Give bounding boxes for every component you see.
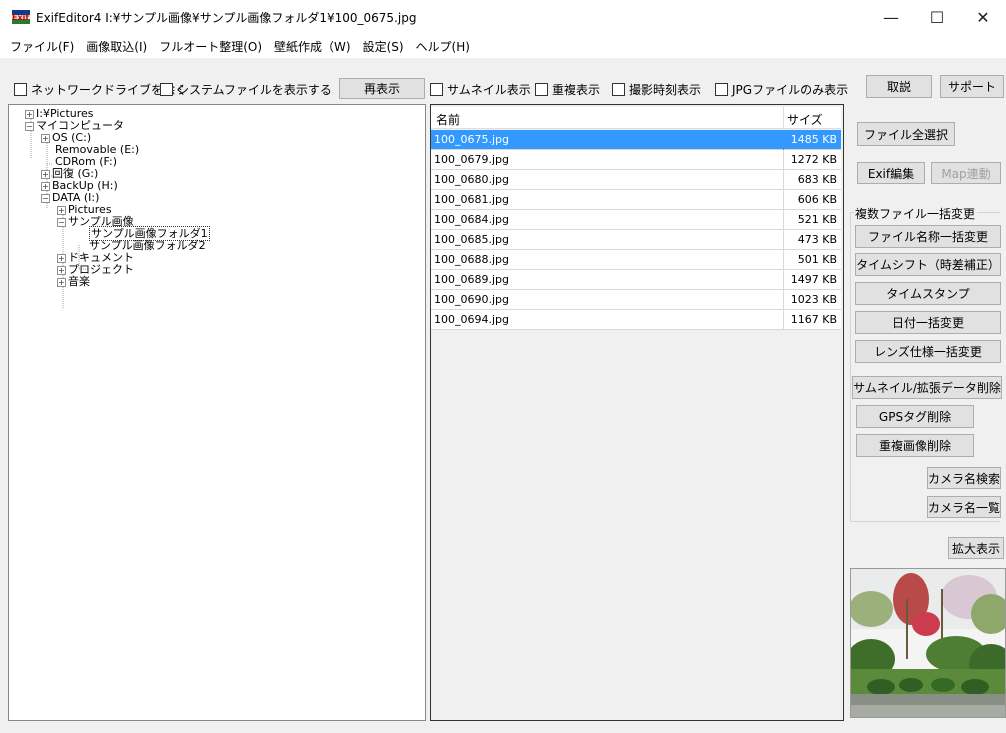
expand-icon[interactable]: +: [57, 265, 66, 275]
duplicate-checkbox[interactable]: 重複表示: [535, 81, 600, 98]
file-list[interactable]: 名前 サイズ 100_0675.jpg 1485 KB 100_0679.jpg…: [430, 104, 844, 721]
thumbnail-checkbox[interactable]: サムネイル表示: [430, 81, 531, 98]
zoom-button[interactable]: 拡大表示: [948, 537, 1004, 559]
refresh-button[interactable]: 再表示: [339, 78, 425, 99]
file-row[interactable]: 100_0684.jpg 521 KB: [431, 210, 841, 230]
file-size: 683 KB: [797, 173, 837, 186]
checkbox-box[interactable]: [715, 83, 728, 96]
app-icon: Exif: [12, 10, 30, 24]
menu-auto-organize[interactable]: フルオート整理(O): [153, 38, 268, 55]
duplicate-label: 重複表示: [552, 83, 601, 97]
file-name: 100_0688.jpg: [434, 253, 510, 266]
window-title: ExifEditor4 I:¥サンプル画像¥サンプル画像フォルダ1¥100_06…: [36, 11, 417, 25]
file-name: 100_0684.jpg: [434, 213, 510, 226]
menu-settings[interactable]: 設定(S): [357, 38, 410, 55]
manual-button[interactable]: 取説: [866, 75, 932, 98]
close-button[interactable]: ✕: [960, 0, 1006, 34]
app-icon-text: Exif: [12, 13, 29, 22]
camera-list-button[interactable]: カメラ名一覧: [927, 496, 1001, 518]
menu-bar: ファイル(F) 画像取込(I) フルオート整理(O) 壁紙作成（W) 設定(S)…: [0, 34, 1006, 58]
checkbox-box[interactable]: [535, 83, 548, 96]
preview-photo: [851, 569, 1005, 717]
expand-icon[interactable]: +: [41, 133, 50, 143]
collapse-icon[interactable]: −: [41, 193, 50, 203]
menu-wallpaper[interactable]: 壁紙作成（W): [268, 38, 357, 55]
gps-delete-button[interactable]: GPSタグ削除: [856, 405, 974, 428]
file-size: 606 KB: [797, 193, 837, 206]
expand-icon[interactable]: +: [57, 205, 66, 215]
support-button[interactable]: サポート: [940, 75, 1004, 98]
file-size: 1167 KB: [790, 313, 837, 326]
exif-edit-button[interactable]: Exif編集: [857, 162, 925, 184]
file-name: 100_0689.jpg: [434, 273, 510, 286]
batch-change-label: 複数ファイル一括変更: [855, 205, 978, 222]
rename-button[interactable]: ファイル名称一括変更: [855, 225, 1001, 248]
file-row[interactable]: 100_0679.jpg 1272 KB: [431, 150, 841, 170]
image-preview[interactable]: [850, 568, 1006, 718]
menu-help[interactable]: ヘルプ(H): [410, 38, 476, 55]
checkbox-box[interactable]: [160, 83, 173, 96]
minimize-button[interactable]: —: [868, 0, 914, 34]
title-bar: Exif ExifEditor4 I:¥サンプル画像¥サンプル画像フォルダ1¥1…: [0, 0, 1006, 34]
menu-import[interactable]: 画像取込(I): [80, 38, 153, 55]
timeshift-button[interactable]: タイムシフト（時差補正）: [855, 253, 1001, 276]
checkbox-box[interactable]: [612, 83, 625, 96]
file-row[interactable]: 100_0689.jpg 1497 KB: [431, 270, 841, 290]
camera-search-button[interactable]: カメラ名検索: [927, 467, 1001, 489]
file-row[interactable]: 100_0685.jpg 473 KB: [431, 230, 841, 250]
file-name: 100_0690.jpg: [434, 293, 510, 306]
lens-change-button[interactable]: レンズ仕様一括変更: [855, 340, 1001, 363]
file-name: 100_0685.jpg: [434, 233, 510, 246]
shot-time-checkbox[interactable]: 撮影時刻表示: [612, 81, 701, 98]
dup-delete-button[interactable]: 重複画像削除: [856, 434, 974, 457]
file-name: 100_0675.jpg: [434, 133, 510, 146]
checkbox-box[interactable]: [430, 83, 443, 96]
thumb-delete-button[interactable]: サムネイル/拡張データ削除: [852, 376, 1002, 399]
file-row[interactable]: 100_0694.jpg 1167 KB: [431, 310, 841, 330]
checkbox-box[interactable]: [14, 83, 27, 96]
file-size: 1497 KB: [790, 273, 837, 286]
file-size: 1272 KB: [790, 153, 837, 166]
file-row[interactable]: 100_0675.jpg 1485 KB: [431, 130, 841, 150]
file-size: 521 KB: [797, 213, 837, 226]
folder-tree[interactable]: + I:¥Pictures − マイコンピュータ + OS (C:) Removabl…: [8, 104, 426, 721]
date-change-button[interactable]: 日付一括変更: [855, 311, 1001, 334]
file-name: 100_0694.jpg: [434, 313, 510, 326]
maximize-button[interactable]: ☐: [914, 0, 960, 34]
file-name: 100_0680.jpg: [434, 173, 510, 186]
jpg-only-label: JPGファイルのみ表示: [732, 83, 849, 97]
file-size: 1485 KB: [790, 133, 837, 146]
collapse-icon[interactable]: −: [57, 217, 66, 227]
expand-icon[interactable]: +: [57, 253, 66, 263]
menu-file[interactable]: ファイル(F): [4, 38, 80, 55]
shot-time-label: 撮影時刻表示: [629, 83, 702, 97]
file-size: 473 KB: [797, 233, 837, 246]
tree-node[interactable]: + 音楽: [57, 276, 90, 288]
collapse-icon[interactable]: −: [25, 121, 34, 131]
file-row[interactable]: 100_0688.jpg 501 KB: [431, 250, 841, 270]
file-size: 501 KB: [797, 253, 837, 266]
expand-icon[interactable]: +: [57, 277, 66, 287]
file-name: 100_0679.jpg: [434, 153, 510, 166]
show-system-files-checkbox[interactable]: システムファイルを表示する: [160, 81, 332, 98]
map-link-button[interactable]: Map連動: [931, 162, 1001, 184]
file-row[interactable]: 100_0681.jpg 606 KB: [431, 190, 841, 210]
expand-icon[interactable]: +: [25, 109, 34, 119]
thumbnail-label: サムネイル表示: [447, 83, 531, 97]
file-row[interactable]: 100_0690.jpg 1023 KB: [431, 290, 841, 310]
expand-icon[interactable]: +: [41, 169, 50, 179]
file-list-header: 名前 サイズ: [431, 107, 841, 129]
timestamp-button[interactable]: タイムスタンプ: [855, 282, 1001, 305]
file-name: 100_0681.jpg: [434, 193, 510, 206]
column-header-name[interactable]: 名前: [436, 111, 460, 128]
jpg-only-checkbox[interactable]: JPGファイルのみ表示: [715, 81, 848, 98]
expand-icon[interactable]: +: [41, 181, 50, 191]
tree-node-label: 音楽: [68, 275, 90, 288]
file-row[interactable]: 100_0680.jpg 683 KB: [431, 170, 841, 190]
column-header-size[interactable]: サイズ: [787, 111, 823, 128]
select-all-button[interactable]: ファイル全選択: [857, 122, 955, 146]
file-size: 1023 KB: [790, 293, 837, 306]
show-system-files-label: システムファイルを表示する: [177, 83, 332, 97]
